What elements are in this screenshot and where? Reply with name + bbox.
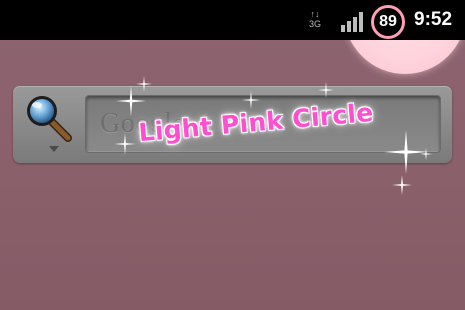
home-screen: ↑↓ 3G 89 9:52 Google Light Pink Circle — [0, 0, 465, 310]
network-type-label: 3G — [308, 19, 321, 29]
sparkle-icon — [318, 82, 334, 98]
signal-strength-icon — [341, 12, 363, 32]
triangle-down-icon[interactable] — [49, 146, 59, 152]
battery-ring-icon: 89 — [371, 5, 405, 39]
network-indicator: ↑↓ 3G — [307, 9, 323, 33]
sparkle-icon — [114, 133, 136, 155]
data-activity-icon: ↑↓ — [310, 9, 320, 19]
status-bar: ↑↓ 3G 89 9:52 — [0, 0, 465, 40]
sparkle-icon — [420, 148, 432, 160]
magnifier-icon — [27, 96, 72, 142]
sparkle-icon — [242, 91, 260, 109]
status-clock: 9:52 — [414, 9, 453, 30]
sparkle-icon — [392, 175, 412, 195]
battery-level: 89 — [379, 13, 397, 30]
sparkle-icon — [136, 76, 152, 92]
